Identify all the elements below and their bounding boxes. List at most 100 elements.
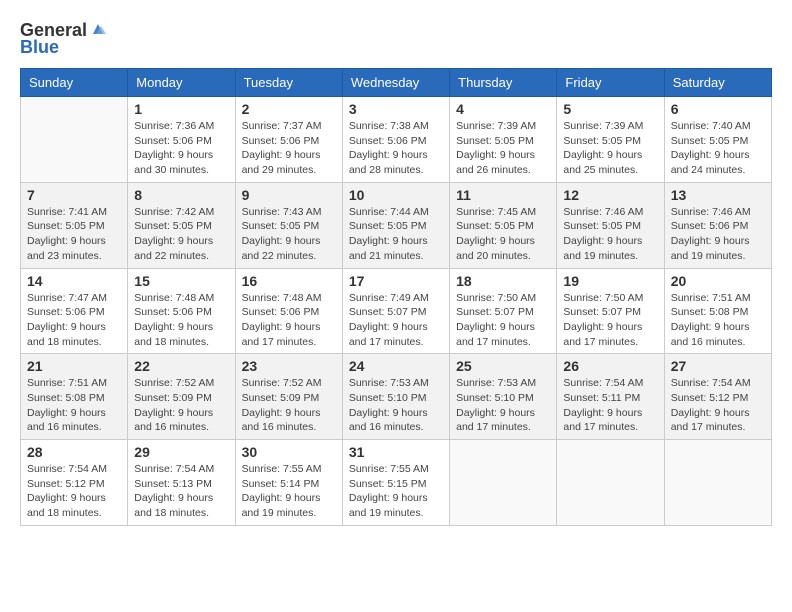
day-number: 18 <box>456 273 550 289</box>
day-info: Sunrise: 7:54 AM Sunset: 5:12 PM Dayligh… <box>27 462 121 521</box>
day-info: Sunrise: 7:50 AM Sunset: 5:07 PM Dayligh… <box>563 291 657 350</box>
day-info: Sunrise: 7:36 AM Sunset: 5:06 PM Dayligh… <box>134 119 228 178</box>
calendar-cell <box>664 440 771 526</box>
calendar-cell: 3 Sunrise: 7:38 AM Sunset: 5:06 PM Daylig… <box>342 97 449 183</box>
day-info: Sunrise: 7:39 AM Sunset: 5:05 PM Dayligh… <box>456 119 550 178</box>
day-number: 2 <box>242 101 336 117</box>
day-number: 5 <box>563 101 657 117</box>
header: General Blue <box>20 20 772 58</box>
day-number: 13 <box>671 187 765 203</box>
day-number: 31 <box>349 444 443 460</box>
day-number: 14 <box>27 273 121 289</box>
day-info: Sunrise: 7:38 AM Sunset: 5:06 PM Dayligh… <box>349 119 443 178</box>
day-info: Sunrise: 7:42 AM Sunset: 5:05 PM Dayligh… <box>134 205 228 264</box>
day-number: 4 <box>456 101 550 117</box>
day-info: Sunrise: 7:46 AM Sunset: 5:06 PM Dayligh… <box>671 205 765 264</box>
calendar-cell: 30 Sunrise: 7:55 AM Sunset: 5:14 PM Dayli… <box>235 440 342 526</box>
day-info: Sunrise: 7:48 AM Sunset: 5:06 PM Dayligh… <box>134 291 228 350</box>
col-header-monday: Monday <box>128 69 235 97</box>
day-info: Sunrise: 7:44 AM Sunset: 5:05 PM Dayligh… <box>349 205 443 264</box>
day-info: Sunrise: 7:54 AM Sunset: 5:13 PM Dayligh… <box>134 462 228 521</box>
logo-blue-text: Blue <box>20 37 59 58</box>
calendar-cell: 14 Sunrise: 7:47 AM Sunset: 5:06 PM Dayli… <box>21 268 128 354</box>
calendar-cell: 7Sunrise: 7:41 AM Sunset: 5:05 PM Daylig… <box>21 182 128 268</box>
logo: General Blue <box>20 20 107 58</box>
day-number: 26 <box>563 358 657 374</box>
calendar-cell: 12 Sunrise: 7:46 AM Sunset: 5:05 PM Dayli… <box>557 182 664 268</box>
calendar-cell: 4 Sunrise: 7:39 AM Sunset: 5:05 PM Daylig… <box>450 97 557 183</box>
calendar-cell <box>557 440 664 526</box>
calendar-cell: 21 Sunrise: 7:51 AM Sunset: 5:08 PM Dayli… <box>21 354 128 440</box>
day-number: 29 <box>134 444 228 460</box>
calendar-cell: 28 Sunrise: 7:54 AM Sunset: 5:12 PM Dayli… <box>21 440 128 526</box>
calendar-cell: 11 Sunrise: 7:45 AM Sunset: 5:05 PM Dayli… <box>450 182 557 268</box>
calendar-cell: 25 Sunrise: 7:53 AM Sunset: 5:10 PM Dayli… <box>450 354 557 440</box>
day-number: 30 <box>242 444 336 460</box>
day-number: 25 <box>456 358 550 374</box>
calendar-cell: 5Sunrise: 7:39 AM Sunset: 5:05 PM Daylig… <box>557 97 664 183</box>
day-number: 21 <box>27 358 121 374</box>
day-info: Sunrise: 7:48 AM Sunset: 5:06 PM Dayligh… <box>242 291 336 350</box>
calendar-cell: 31 Sunrise: 7:55 AM Sunset: 5:15 PM Dayli… <box>342 440 449 526</box>
col-header-thursday: Thursday <box>450 69 557 97</box>
day-number: 17 <box>349 273 443 289</box>
day-number: 10 <box>349 187 443 203</box>
calendar-cell: 20 Sunrise: 7:51 AM Sunset: 5:08 PM Dayli… <box>664 268 771 354</box>
day-number: 23 <box>242 358 336 374</box>
calendar-cell: 19 Sunrise: 7:50 AM Sunset: 5:07 PM Dayli… <box>557 268 664 354</box>
calendar-cell: 29 Sunrise: 7:54 AM Sunset: 5:13 PM Dayli… <box>128 440 235 526</box>
calendar-cell: 17 Sunrise: 7:49 AM Sunset: 5:07 PM Dayli… <box>342 268 449 354</box>
day-info: Sunrise: 7:52 AM Sunset: 5:09 PM Dayligh… <box>134 376 228 435</box>
day-number: 19 <box>563 273 657 289</box>
calendar-cell <box>450 440 557 526</box>
day-info: Sunrise: 7:51 AM Sunset: 5:08 PM Dayligh… <box>27 376 121 435</box>
day-number: 22 <box>134 358 228 374</box>
day-number: 20 <box>671 273 765 289</box>
day-info: Sunrise: 7:51 AM Sunset: 5:08 PM Dayligh… <box>671 291 765 350</box>
day-info: Sunrise: 7:46 AM Sunset: 5:05 PM Dayligh… <box>563 205 657 264</box>
calendar-cell: 2 Sunrise: 7:37 AM Sunset: 5:06 PM Daylig… <box>235 97 342 183</box>
day-number: 16 <box>242 273 336 289</box>
calendar-cell: 10 Sunrise: 7:44 AM Sunset: 5:05 PM Dayli… <box>342 182 449 268</box>
day-number: 28 <box>27 444 121 460</box>
calendar-cell: 27Sunrise: 7:54 AM Sunset: 5:12 PM Dayli… <box>664 354 771 440</box>
day-info: Sunrise: 7:54 AM Sunset: 5:12 PM Dayligh… <box>671 376 765 435</box>
day-number: 11 <box>456 187 550 203</box>
col-header-tuesday: Tuesday <box>235 69 342 97</box>
day-info: Sunrise: 7:47 AM Sunset: 5:06 PM Dayligh… <box>27 291 121 350</box>
calendar-cell: 16 Sunrise: 7:48 AM Sunset: 5:06 PM Dayli… <box>235 268 342 354</box>
col-header-saturday: Saturday <box>664 69 771 97</box>
day-number: 1 <box>134 101 228 117</box>
calendar-cell: 23 Sunrise: 7:52 AM Sunset: 5:09 PM Dayli… <box>235 354 342 440</box>
calendar: SundayMondayTuesdayWednesdayThursdayFrid… <box>20 68 772 526</box>
day-number: 12 <box>563 187 657 203</box>
col-header-wednesday: Wednesday <box>342 69 449 97</box>
day-info: Sunrise: 7:55 AM Sunset: 5:15 PM Dayligh… <box>349 462 443 521</box>
calendar-cell <box>21 97 128 183</box>
day-info: Sunrise: 7:40 AM Sunset: 5:05 PM Dayligh… <box>671 119 765 178</box>
calendar-cell: 24Sunrise: 7:53 AM Sunset: 5:10 PM Dayli… <box>342 354 449 440</box>
day-info: Sunrise: 7:43 AM Sunset: 5:05 PM Dayligh… <box>242 205 336 264</box>
calendar-cell: 8 Sunrise: 7:42 AM Sunset: 5:05 PM Daylig… <box>128 182 235 268</box>
calendar-cell: 15 Sunrise: 7:48 AM Sunset: 5:06 PM Dayli… <box>128 268 235 354</box>
day-info: Sunrise: 7:49 AM Sunset: 5:07 PM Dayligh… <box>349 291 443 350</box>
calendar-cell: 9 Sunrise: 7:43 AM Sunset: 5:05 PM Daylig… <box>235 182 342 268</box>
calendar-cell: 13 Sunrise: 7:46 AM Sunset: 5:06 PM Dayli… <box>664 182 771 268</box>
col-header-sunday: Sunday <box>21 69 128 97</box>
day-info: Sunrise: 7:45 AM Sunset: 5:05 PM Dayligh… <box>456 205 550 264</box>
day-info: Sunrise: 7:53 AM Sunset: 5:10 PM Dayligh… <box>349 376 443 435</box>
day-info: Sunrise: 7:54 AM Sunset: 5:11 PM Dayligh… <box>563 376 657 435</box>
day-info: Sunrise: 7:52 AM Sunset: 5:09 PM Dayligh… <box>242 376 336 435</box>
day-info: Sunrise: 7:50 AM Sunset: 5:07 PM Dayligh… <box>456 291 550 350</box>
calendar-cell: 22 Sunrise: 7:52 AM Sunset: 5:09 PM Dayli… <box>128 354 235 440</box>
day-number: 9 <box>242 187 336 203</box>
day-info: Sunrise: 7:55 AM Sunset: 5:14 PM Dayligh… <box>242 462 336 521</box>
calendar-cell: 26 Sunrise: 7:54 AM Sunset: 5:11 PM Dayli… <box>557 354 664 440</box>
day-number: 3 <box>349 101 443 117</box>
day-info: Sunrise: 7:53 AM Sunset: 5:10 PM Dayligh… <box>456 376 550 435</box>
calendar-cell: 1 Sunrise: 7:36 AM Sunset: 5:06 PM Daylig… <box>128 97 235 183</box>
day-number: 15 <box>134 273 228 289</box>
calendar-cell: 18 Sunrise: 7:50 AM Sunset: 5:07 PM Dayli… <box>450 268 557 354</box>
day-info: Sunrise: 7:37 AM Sunset: 5:06 PM Dayligh… <box>242 119 336 178</box>
day-number: 8 <box>134 187 228 203</box>
